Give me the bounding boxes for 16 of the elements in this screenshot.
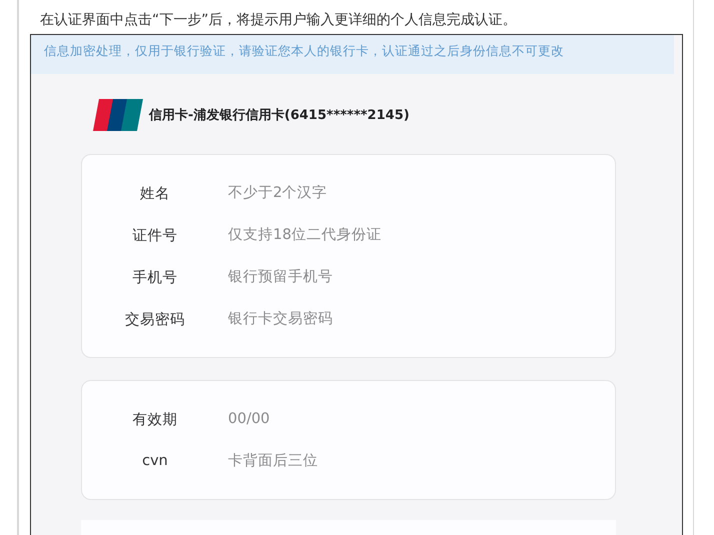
input-field[interactable]: 银行预留手机号 — [228, 269, 488, 285]
input-field[interactable]: 卡背面后三位 — [228, 453, 488, 469]
field-label: 证件号 — [132, 226, 178, 244]
notice-banner: 信息加密处理，仅用于银行验证，请验证您本人的银行卡，认证通过之后身份信息不可更改 — [31, 35, 674, 74]
field-label: cvn — [141, 453, 169, 469]
input-field[interactable]: 仅支持18位二代身份证 — [228, 227, 488, 243]
card-logo-icon — [93, 98, 145, 132]
input-field[interactable]: 00/00 — [228, 411, 488, 427]
field-label: 手机号 — [132, 268, 178, 286]
field-label: 交易密码 — [124, 310, 186, 328]
field-label: 有效期 — [132, 410, 178, 428]
input-field[interactable]: 银行卡交易密码 — [228, 311, 488, 327]
field-label: 姓名 — [139, 184, 171, 202]
intro-text: 在认证界面中点击“下一步”后，将提示用户输入更详细的个人信息完成认证。 — [39, 11, 518, 30]
input-field[interactable]: 不少于2个汉字 — [228, 185, 488, 201]
card-title: 信用卡-浦发银行信用卡(6415******2145) — [149, 107, 410, 124]
